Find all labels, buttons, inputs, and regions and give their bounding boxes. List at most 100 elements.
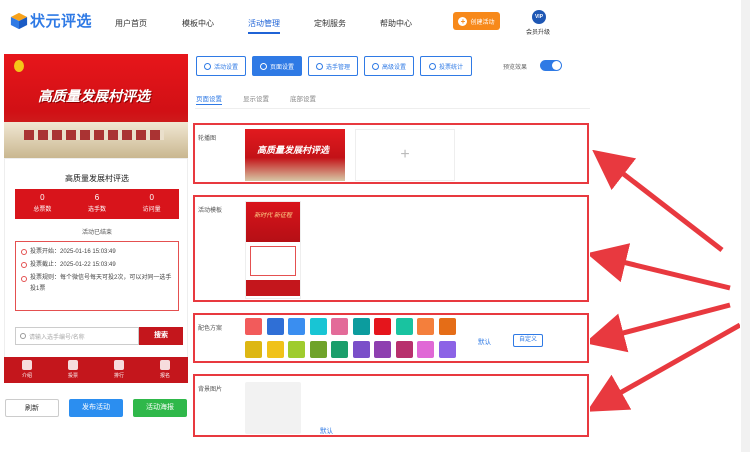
stat-contestants: 6 选手数 xyxy=(70,189,125,219)
color-swatch[interactable] xyxy=(331,341,348,358)
bottom-nav-signup[interactable]: 报名 xyxy=(142,357,188,383)
stat-label: 访问量 xyxy=(142,207,161,213)
template-thumbnail-body xyxy=(250,246,296,276)
default-color-link[interactable]: 默认 xyxy=(478,336,491,346)
nav-item-template-center[interactable]: 模板中心 xyxy=(182,18,214,29)
carousel-label: 轮播图 xyxy=(198,136,217,142)
add-carousel-image-button[interactable]: + xyxy=(355,129,455,181)
color-swatch[interactable] xyxy=(417,318,434,335)
tab-advanced-settings[interactable]: 高级设置 xyxy=(364,56,414,76)
color-swatch[interactable] xyxy=(331,318,348,335)
stat-value: 0 xyxy=(149,193,154,202)
color-swatch[interactable] xyxy=(352,341,370,358)
template-section: 活动模板 新时代 新征程 xyxy=(193,195,589,302)
preview-info-card: 高质量发展村评选 0 总票数 6 选手数 0 访问量 活动已结束 投票开始：20… xyxy=(4,158,188,358)
nav-item-activity-management[interactable]: 活动管理 xyxy=(248,18,280,34)
rule-text: 投票规则：每个微信号每天可投2次，可以对同一选手投1票 xyxy=(30,275,172,292)
bottom-nav-vote[interactable]: 投票 xyxy=(50,357,96,383)
village-roofs xyxy=(24,130,164,140)
create-activity-button[interactable]: + 创建活动 xyxy=(453,12,500,30)
background-image-slot[interactable] xyxy=(245,382,301,434)
carousel-image[interactable]: 高质量发展村评选 xyxy=(245,129,345,181)
preview-banner: 高质量发展村评选 xyxy=(4,54,188,158)
color-swatch[interactable] xyxy=(245,318,262,335)
brand-logo[interactable]: 状元评选 xyxy=(10,10,92,31)
carousel-image-title: 高质量发展村评选 xyxy=(257,145,330,155)
contestant-search-input[interactable]: 请输入选手编号/名称 xyxy=(15,327,139,345)
custom-color-button[interactable]: 自定义 xyxy=(513,334,543,347)
publish-activity-button[interactable]: 发布活动 xyxy=(69,399,123,417)
carousel-section: 轮播图 高质量发展村评选 + xyxy=(193,123,589,184)
refresh-button[interactable]: 刷新 xyxy=(5,399,59,417)
village-illustration xyxy=(4,122,188,158)
nav-item-custom-service[interactable]: 定制服务 xyxy=(314,18,346,29)
nav-item-help-center[interactable]: 帮助中心 xyxy=(380,18,412,29)
color-swatch[interactable] xyxy=(395,318,413,335)
color-swatch[interactable] xyxy=(438,341,456,358)
tab-label: 选手管理 xyxy=(325,64,350,71)
tab-contestant-management[interactable]: 选手管理 xyxy=(308,56,358,76)
activity-poster-button[interactable]: 活动海报 xyxy=(133,399,187,417)
vip-upgrade-link[interactable]: 会员升级 xyxy=(526,27,550,36)
bottom-nav-label: 排行 xyxy=(113,373,124,379)
color-swatch[interactable] xyxy=(395,341,413,358)
page-icon xyxy=(259,62,267,70)
rule-item: 投票截止：2025-01-22 15:03:49 xyxy=(21,259,173,272)
default-background-link[interactable]: 默认 xyxy=(320,425,333,435)
rule-item: 投票开始：2025-01-16 15:03:49 xyxy=(21,246,173,259)
color-swatch[interactable] xyxy=(309,341,327,358)
tab-label: 活动设置 xyxy=(213,64,238,71)
stats-bar: 0 总票数 6 选手数 0 访问量 xyxy=(15,189,179,219)
clock-icon xyxy=(21,276,27,282)
color-swatch[interactable] xyxy=(245,341,262,358)
bottom-nav-label: 报名 xyxy=(159,373,170,379)
tab-page-settings[interactable]: 页面设置 xyxy=(252,56,302,76)
tab-activity-settings[interactable]: 活动设置 xyxy=(196,56,246,76)
top-navigation-bar: 状元评选 用户首页 模板中心 活动管理 定制服务 帮助中心 + 创建活动 VIP… xyxy=(0,0,750,44)
color-scheme-label: 配色方案 xyxy=(198,326,223,332)
search-placeholder: 请输入选手编号/名称 xyxy=(29,334,85,341)
color-swatch[interactable] xyxy=(438,318,456,335)
activity-name: 高质量发展村评选 xyxy=(65,174,129,183)
bottom-nav-intro[interactable]: 介绍 xyxy=(4,357,50,383)
vip-badge-icon[interactable]: VIP xyxy=(532,10,546,24)
color-swatch[interactable] xyxy=(266,341,284,358)
balloon-icon xyxy=(14,60,24,72)
bottom-nav-label: 投票 xyxy=(67,373,78,379)
signup-icon xyxy=(160,360,170,370)
search-button[interactable]: 搜索 xyxy=(139,327,183,345)
bottom-nav-ranking[interactable]: 排行 xyxy=(96,357,142,383)
color-swatch[interactable] xyxy=(288,318,305,335)
trophy-icon xyxy=(114,360,124,370)
page-scrollbar[interactable] xyxy=(741,0,750,452)
subtab-divider xyxy=(195,108,590,109)
subtab-page-settings[interactable]: 页面设置 xyxy=(196,93,222,105)
preview-bottom-nav: 介绍 投票 排行 报名 xyxy=(4,357,188,383)
banner-title: 高质量发展村评选 xyxy=(38,88,150,104)
bottom-nav-label: 介绍 xyxy=(21,373,32,379)
color-swatch[interactable] xyxy=(309,318,327,335)
plus-icon: + xyxy=(458,16,468,26)
tab-label: 页面设置 xyxy=(269,64,294,71)
color-swatch[interactable] xyxy=(288,341,305,358)
users-icon xyxy=(315,62,323,70)
color-swatch[interactable] xyxy=(266,318,284,335)
stat-value: 6 xyxy=(94,193,100,202)
preview-toggle[interactable] xyxy=(540,60,562,71)
gear-icon xyxy=(203,62,211,70)
color-swatch[interactable] xyxy=(374,318,391,335)
rule-item: 投票规则：每个微信号每天可投2次，可以对同一选手投1票 xyxy=(21,272,173,295)
color-swatch[interactable] xyxy=(374,341,391,358)
color-swatch[interactable] xyxy=(417,341,434,358)
create-activity-label: 创建活动 xyxy=(470,19,495,26)
intro-icon xyxy=(22,360,32,370)
color-swatch[interactable] xyxy=(352,318,370,335)
subtab-display-settings[interactable]: 显示设置 xyxy=(243,93,269,103)
subtab-footer-settings[interactable]: 底部设置 xyxy=(290,93,316,103)
home-icon xyxy=(68,360,78,370)
template-thumbnail[interactable]: 新时代 新征程 xyxy=(245,201,301,299)
clock-icon xyxy=(21,262,27,268)
brand-name: 状元评选 xyxy=(30,13,93,30)
nav-item-user-home[interactable]: 用户首页 xyxy=(115,18,147,29)
tab-vote-statistics[interactable]: 投票统计 xyxy=(420,56,472,76)
